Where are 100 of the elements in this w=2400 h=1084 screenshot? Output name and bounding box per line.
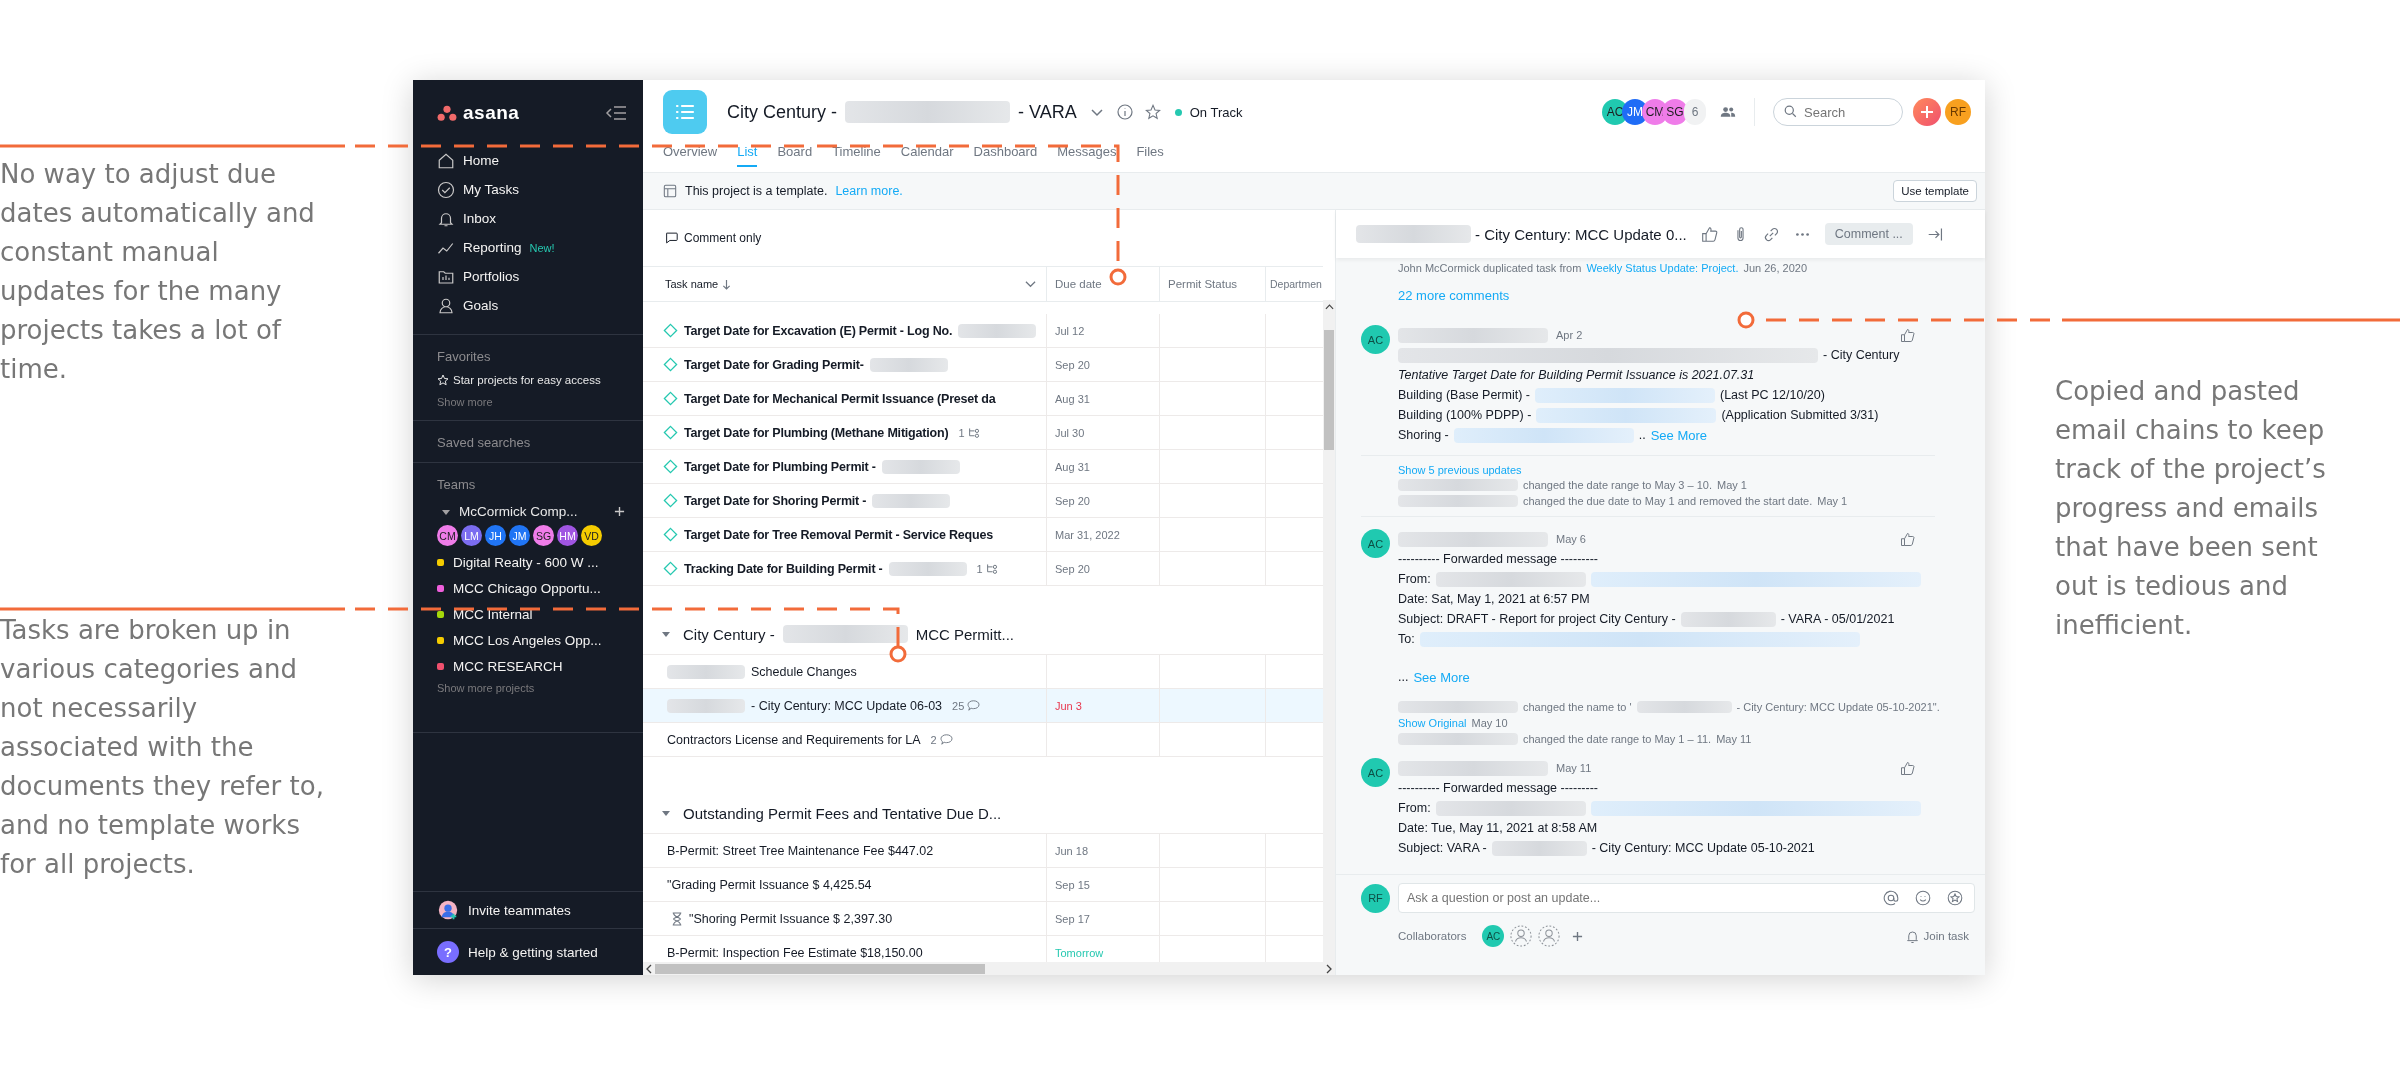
task-row[interactable]: Target Date for Mechanical Permit Issuance (Preset da Aug 31 <box>643 382 1323 416</box>
use-template-button[interactable]: Use template <box>1893 180 1977 202</box>
comment-field[interactable]: Ask a question or post an update... <box>1398 883 1975 913</box>
star-badge-icon[interactable] <box>1947 890 1963 906</box>
milestone-diamond-icon[interactable] <box>663 459 678 474</box>
milestone-diamond-icon[interactable] <box>663 391 678 406</box>
section-heading[interactable]: Saved searches <box>437 435 643 450</box>
nav-item[interactable]: My Tasks <box>413 175 643 204</box>
caret-icon[interactable] <box>661 629 671 639</box>
caret-icon[interactable] <box>1025 280 1036 288</box>
project-item[interactable]: Digital Realty - 600 W ... <box>437 552 643 572</box>
due-date[interactable]: Jul 30 <box>1055 426 1085 439</box>
task-name[interactable]: Tracking Date for Building Permit - <box>684 561 883 576</box>
member-avatar[interactable]: VD <box>581 525 602 546</box>
member-avatar[interactable]: SG <box>1662 99 1688 125</box>
plus-icon[interactable] <box>614 506 625 517</box>
invite-button[interactable]: Invite teammates <box>413 891 643 928</box>
project-status[interactable]: On Track <box>1189 104 1243 120</box>
member-count[interactable]: 6 <box>1684 99 1706 125</box>
column-header[interactable]: Departmen <box>1266 267 1323 301</box>
member-avatar[interactable]: LM <box>461 525 482 546</box>
view-tab[interactable]: Files <box>1136 144 1164 167</box>
project-item[interactable]: MCC Los Angeles Opp... <box>437 630 643 650</box>
member-avatar[interactable]: SG <box>533 525 554 546</box>
join-task-button[interactable]: Join task <box>1904 928 1969 944</box>
search-field[interactable]: Search <box>1773 98 1903 126</box>
milestone-diamond-icon[interactable] <box>663 323 678 338</box>
view-tab[interactable]: Overview <box>663 144 718 167</box>
due-date[interactable]: Sep 20 <box>1055 562 1090 575</box>
member-avatar[interactable]: JM <box>509 525 530 546</box>
nav-item[interactable]: Home <box>413 146 643 175</box>
task-name[interactable]: Target Date for Plumbing (Methane Mitigation) <box>684 425 949 440</box>
task-row[interactable]: B-Permit: Street Tree Maintenance Fee $447.02 Jun 18 <box>643 834 1323 868</box>
scroll-thumb[interactable] <box>1324 330 1334 450</box>
task-row[interactable]: Target Date for Plumbing Permit - Aug 31 <box>643 450 1323 484</box>
task-row[interactable]: Target Date for Excavation (E) Permit - Log No. Jul 12 <box>643 314 1323 348</box>
task-row[interactable]: - City Century: MCC Update 06-03 25 Jun 3 <box>643 689 1323 723</box>
due-date[interactable]: Sep 20 <box>1055 358 1090 371</box>
star-icon[interactable] <box>1144 104 1161 120</box>
view-tab[interactable]: Dashboard <box>973 144 1038 167</box>
horizontal-scrollbar[interactable] <box>643 962 1335 975</box>
thumbs-up-icon[interactable] <box>1900 760 1915 776</box>
people-icon[interactable] <box>1720 104 1736 120</box>
project-item[interactable]: MCC Chicago Opportu... <box>437 578 643 598</box>
user-avatar[interactable]: RF <box>1945 99 1971 125</box>
view-tab[interactable]: Board <box>777 144 813 167</box>
section-title[interactable]: MCC Permitt... <box>915 625 1015 643</box>
view-tab[interactable]: Messages <box>1057 144 1117 167</box>
due-date[interactable]: Jun 18 <box>1055 844 1089 857</box>
member-avatar[interactable]: HM <box>557 525 578 546</box>
milestone-diamond-icon[interactable] <box>663 357 678 372</box>
nav-item[interactable]: Inbox <box>413 204 643 233</box>
task-name[interactable]: Target Date for Grading Permit- <box>684 357 864 372</box>
view-tab[interactable]: Timeline <box>832 144 881 167</box>
member-avatar[interactable]: CM <box>437 525 458 546</box>
author-avatar[interactable]: AC <box>1361 529 1390 558</box>
due-date[interactable]: Sep 17 <box>1055 912 1090 925</box>
task-row[interactable]: Target Date for Grading Permit- Sep 20 <box>643 348 1323 382</box>
nav-item[interactable]: Reporting New! <box>413 233 643 262</box>
task-name[interactable]: Target Date for Shoring Permit - <box>684 493 867 508</box>
task-name[interactable]: B-Permit: Inspection Fee Estimate $18,150.00 <box>667 945 923 960</box>
link-icon[interactable] <box>1762 225 1780 243</box>
hourglass-icon[interactable] <box>671 911 683 926</box>
task-name[interactable]: Target Date for Plumbing Permit - <box>684 459 876 474</box>
thumbs-up-icon[interactable] <box>1900 531 1915 547</box>
info-icon[interactable] <box>1116 104 1133 120</box>
author-avatar[interactable]: AC <box>1361 758 1390 787</box>
task-title[interactable]: - City Century: MCC Update 0... <box>1475 225 1687 243</box>
task-row[interactable]: Target Date for Shoring Permit - Sep 20 <box>643 484 1323 518</box>
collapse-sidebar-icon[interactable] <box>605 104 627 122</box>
task-row[interactable]: Target Date for Tree Removal Permit - Service Reques Mar 31, 2022 <box>643 518 1323 552</box>
due-date[interactable]: Aug 31 <box>1055 392 1090 405</box>
section-title[interactable]: Outstanding Permit Fees and Tentative Due D... <box>683 804 1002 822</box>
project-item[interactable]: MCC RESEARCH <box>437 656 643 676</box>
thumbs-up-icon[interactable] <box>1700 225 1718 243</box>
due-date[interactable]: Sep 15 <box>1055 878 1090 891</box>
thumbs-up-icon[interactable] <box>1900 327 1915 343</box>
member-avatar[interactable]: JH <box>485 525 506 546</box>
team-name[interactable]: McCormick Comp... <box>459 504 578 519</box>
task-name[interactable]: Contractors License and Requirements for LA <box>667 732 921 747</box>
author-avatar[interactable]: AC <box>1361 325 1390 354</box>
task-row[interactable]: "Shoring Permit Issuance $ 2,397.30 Sep 17 <box>643 902 1323 936</box>
show-more-link[interactable]: Show more <box>437 396 643 408</box>
due-date[interactable]: Sep 20 <box>1055 494 1090 507</box>
comment-permission-button[interactable]: Comment ... <box>1824 223 1913 245</box>
section-title[interactable]: City Century - <box>683 625 775 643</box>
milestone-diamond-icon[interactable] <box>663 527 678 542</box>
column-header[interactable]: Permit Status <box>1160 267 1266 301</box>
task-name[interactable]: Schedule Changes <box>751 664 857 679</box>
add-person-icon[interactable] <box>1538 925 1561 947</box>
milestone-diamond-icon[interactable] <box>663 425 678 440</box>
task-row[interactable]: Tracking Date for Building Permit - 1 Sep 20 <box>643 552 1323 586</box>
task-name[interactable]: Target Date for Mechanical Permit Issuance (Preset da <box>684 391 996 406</box>
task-row[interactable]: Target Date for Plumbing (Methane Mitigation) 1 Jul 30 <box>643 416 1323 450</box>
task-name[interactable]: "Grading Permit Issuance $ 4,425.54 <box>667 877 872 892</box>
emoji-icon[interactable] <box>1915 890 1931 906</box>
due-date[interactable]: Aug 31 <box>1055 460 1090 473</box>
milestone-diamond-icon[interactable] <box>663 493 678 508</box>
due-date[interactable]: Jun 3 <box>1055 699 1082 712</box>
nav-item[interactable]: Goals <box>413 291 643 320</box>
